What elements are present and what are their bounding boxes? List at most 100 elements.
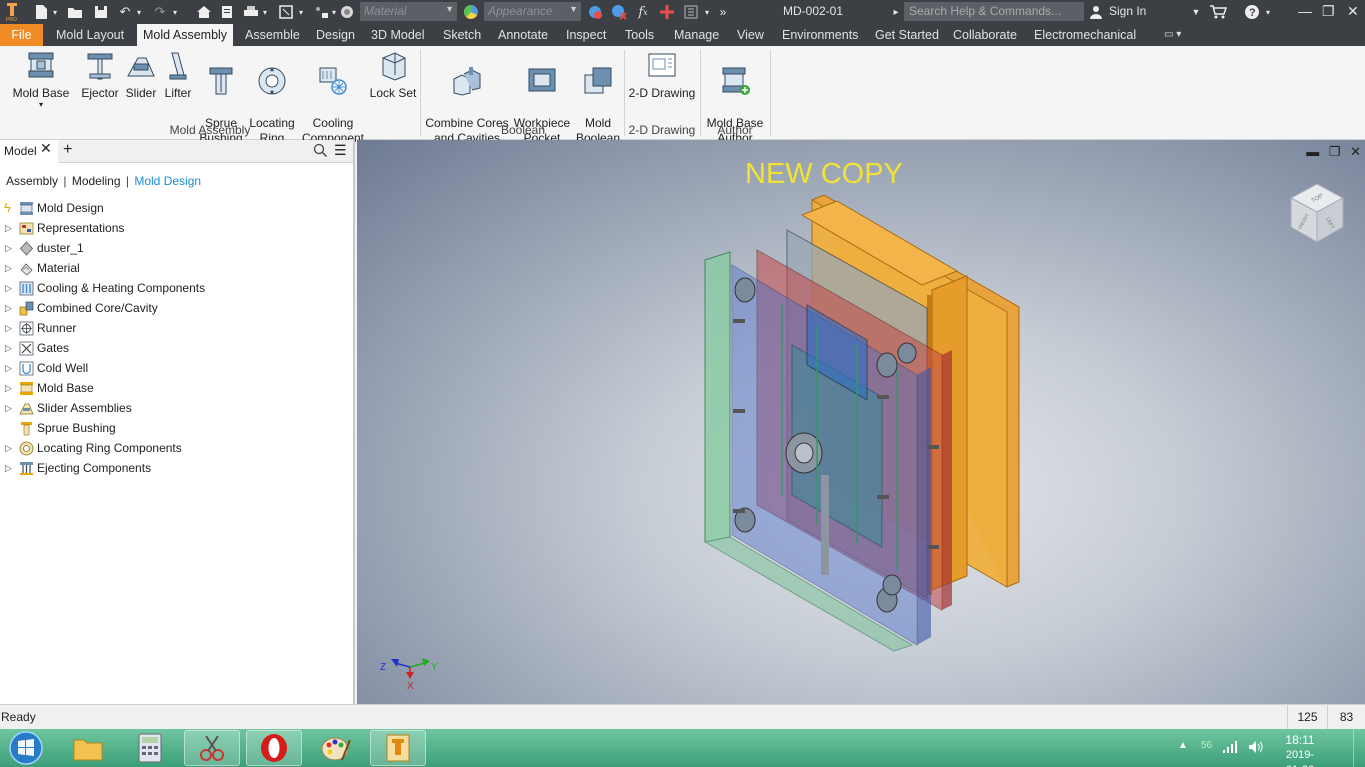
screw[interactable] [927,445,939,449]
screw[interactable] [733,409,745,413]
chevron-down-icon[interactable]: ▾ [1263,3,1273,21]
customize-icon[interactable] [682,3,700,21]
open-folder-icon[interactable] [66,3,84,21]
system-clock[interactable]: 18:11 2019-01-26 [1280,733,1320,767]
chevron-down-icon[interactable]: ▾ [8,101,74,109]
tab-view[interactable]: View [731,24,770,46]
red-cavity-plate-side[interactable] [942,350,952,610]
restore-icon[interactable]: ❐ [1322,3,1335,20]
sign-in-link[interactable]: Sign In [1109,4,1146,18]
expand-arrow-icon[interactable]: ▷ [5,238,12,258]
lock-set-button[interactable]: Lock Set [368,50,418,101]
network-signal-icon[interactable] [1222,740,1238,757]
print-icon[interactable] [242,3,260,21]
expand-arrow-icon[interactable]: ▷ [5,398,12,418]
expand-arrow-icon[interactable]: ▷ [5,458,12,478]
ejector-button[interactable]: Ejector [78,50,122,101]
tree-item-ejecting[interactable]: ▷ Ejecting Components [0,458,350,478]
chevron-down-icon[interactable]: ▾ [296,3,306,21]
app-logo-icon[interactable]: PRO [3,3,21,21]
expand-arrow-icon[interactable]: ▷ [5,278,12,298]
expand-arrow-icon[interactable]: ▷ [5,438,12,458]
show-desktop-button[interactable] [1353,729,1365,767]
tree-item-part[interactable]: ▷ duster_1 [0,238,350,258]
tree-item-combined-core[interactable]: ▷ Combined Core/Cavity [0,298,350,318]
clear-appearance-icon[interactable] [610,3,628,21]
chevron-down-icon[interactable]: ▾ [702,3,712,21]
measure-icon[interactable] [278,3,296,21]
update-icon[interactable] [338,3,356,21]
taskbar-file-explorer[interactable] [60,730,116,766]
tab-3d-model[interactable]: 3D Model [365,24,431,46]
save-icon[interactable] [92,3,110,21]
view-assembly[interactable]: Assembly [6,174,58,188]
add-icon[interactable] [658,3,676,21]
hamburger-menu-icon[interactable]: ☰ [334,142,347,159]
tree-item-representations[interactable]: ▷ Representations [0,218,350,238]
expand-arrow-icon[interactable]: ▷ [5,298,12,318]
chevron-down-icon[interactable]: ▾ [134,3,144,21]
undo-icon[interactable]: ↶ [116,3,134,21]
chevron-down-icon[interactable]: ▼ [1190,3,1202,21]
mold-base-button[interactable]: Mold Base ▾ [8,50,74,109]
material-combo[interactable]: Material ▼ [360,2,457,21]
tab-mold-assembly[interactable]: Mold Assembly [137,24,234,46]
chevron-down-icon[interactable]: ▾ [50,3,60,21]
close-icon[interactable]: ✕ [1347,3,1359,20]
tab-sketch[interactable]: Sketch [437,24,487,46]
tree-root[interactable]: ϟ Mold Design [0,198,350,218]
tab-environments[interactable]: Environments [776,24,864,46]
guide-pin[interactable] [897,342,917,364]
graphics-viewport[interactable]: NEW COPY ▬ ❐ ✕ TOP FRONT LEFT Z Y X [357,140,1365,704]
tab-get-started[interactable]: Get Started [869,24,945,46]
overflow-icon[interactable]: » [716,3,730,21]
slider-button[interactable]: Slider [122,50,160,101]
cart-icon[interactable] [1209,3,1227,21]
guide-pin[interactable] [882,574,902,596]
tab-inspect[interactable]: Inspect [560,24,612,46]
tab-file[interactable]: File [0,24,43,46]
screw[interactable] [733,509,745,513]
taskbar-calculator[interactable] [122,730,178,766]
lifter-button[interactable]: Lifter [160,50,196,101]
add-tab-icon[interactable]: + [63,141,72,159]
green-front-plate-edge[interactable] [704,251,731,543]
close-icon[interactable]: ✕ [40,140,52,157]
ribbon-options-icon[interactable]: ▭ ▾ [1158,24,1187,46]
help-icon[interactable]: ? [1243,3,1261,21]
chevron-right-icon[interactable]: ▸ [890,3,902,21]
screw[interactable] [927,545,939,549]
view-modeling[interactable]: Modeling [72,174,121,188]
start-button[interactable] [2,730,50,766]
close-icon[interactable]: ✕ [1350,144,1361,159]
viewcube[interactable]: TOP FRONT LEFT [1287,180,1347,246]
tab-electromechanical[interactable]: Electromechanical [1028,24,1142,46]
appearance-combo[interactable]: Appearance ▼ [484,2,581,21]
tree-item-locating-ring[interactable]: ▷ Locating Ring Components [0,438,350,458]
taskbar-paint[interactable] [308,730,364,766]
tree-item-mold-base[interactable]: ▷ Mold Base [0,378,350,398]
tree-item-runner[interactable]: ▷ Runner [0,318,350,338]
search-icon[interactable] [313,143,328,160]
taskbar-inventor[interactable] [370,730,426,766]
view-mold-design[interactable]: Mold Design [134,174,201,188]
redo-icon[interactable]: ↷ [151,3,169,21]
screw[interactable] [877,395,889,399]
drawing-button[interactable]: 2-D Drawing [626,50,698,101]
tree-item-cold-well[interactable]: ▷ Cold Well [0,358,350,378]
chevron-down-icon[interactable]: ▾ [260,3,270,21]
expand-arrow-icon[interactable]: ▷ [5,338,12,358]
tab-assemble[interactable]: Assemble [239,24,306,46]
tab-mold-layout[interactable]: Mold Layout [50,24,130,46]
chevron-down-icon[interactable]: ▾ [170,3,180,21]
tab-collaborate[interactable]: Collaborate [947,24,1023,46]
expand-arrow-icon[interactable]: ▷ [5,378,12,398]
adjust-appearance-icon[interactable] [586,3,604,21]
tree-item-gates[interactable]: ▷ Gates [0,338,350,358]
blue-core-plate-side[interactable] [917,367,931,645]
expand-arrow-icon[interactable]: ▷ [5,258,12,278]
screw[interactable] [877,495,889,499]
tree-item-material[interactable]: ▷ Material [0,258,350,278]
tree-item-slider-assemblies[interactable]: ▷ Slider Assemblies [0,398,350,418]
appearance-color-icon[interactable] [462,3,480,21]
